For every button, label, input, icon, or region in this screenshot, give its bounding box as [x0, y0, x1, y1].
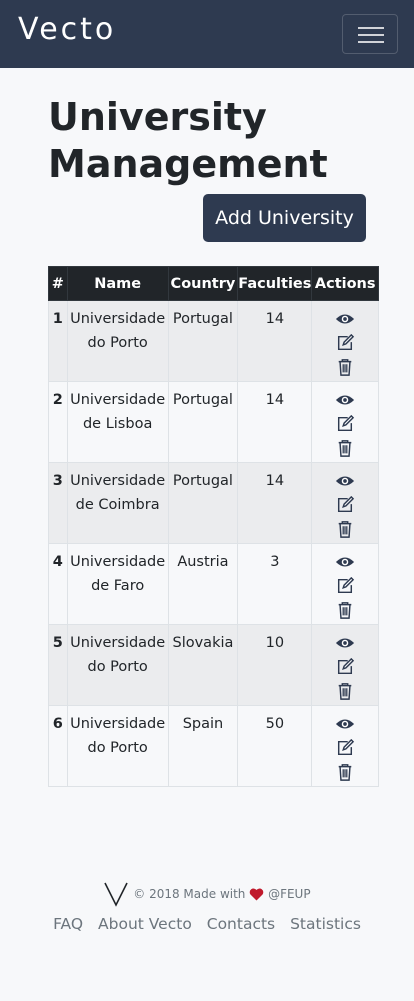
row-actions: [311, 381, 379, 463]
trash-icon[interactable]: [335, 682, 355, 700]
trash-icon[interactable]: [335, 763, 355, 781]
university-faculties: 3: [237, 543, 313, 625]
hamburger-icon: [358, 27, 384, 29]
row-number: 1: [48, 300, 68, 382]
row-actions: [311, 462, 379, 544]
edit-icon[interactable]: [335, 577, 355, 595]
university-name: Universidade de Lisboa: [66, 381, 169, 463]
table-row: 1 Universidade do Porto Portugal 14: [48, 300, 379, 382]
row-number: 2: [48, 381, 68, 463]
footer-link-faq[interactable]: FAQ: [53, 915, 83, 933]
university-name: Universidade de Faro: [66, 543, 169, 625]
table-row: 5 Universidade do Porto Slovakia 10: [48, 624, 379, 706]
university-country: Portugal: [167, 300, 239, 382]
trash-icon[interactable]: [335, 439, 355, 457]
footer-links: FAQ About Vecto Contacts Statistics: [0, 915, 414, 933]
edit-icon[interactable]: [335, 334, 355, 352]
column-header-number: #: [48, 266, 68, 301]
row-number: 5: [48, 624, 68, 706]
row-actions: [311, 300, 379, 382]
eye-icon[interactable]: [335, 310, 355, 328]
table-row: 6 Universidade do Porto Spain 50: [48, 705, 379, 787]
add-university-button[interactable]: Add University: [203, 194, 366, 242]
university-name: Universidade de Coimbra: [66, 462, 169, 544]
edit-icon[interactable]: [335, 739, 355, 757]
university-country: Portugal: [167, 381, 239, 463]
university-faculties: 14: [237, 381, 313, 463]
edit-icon[interactable]: [335, 496, 355, 514]
menu-toggle-button[interactable]: [342, 14, 398, 54]
column-header-actions: Actions: [311, 266, 379, 301]
university-faculties: 14: [237, 462, 313, 544]
footer-link-statistics[interactable]: Statistics: [290, 915, 361, 933]
navbar: Vecto: [0, 0, 414, 68]
row-number: 3: [48, 462, 68, 544]
eye-icon[interactable]: [335, 553, 355, 571]
column-header-faculties: Faculties: [237, 266, 313, 301]
hamburger-icon-bar: [358, 34, 384, 36]
row-number: 6: [48, 705, 68, 787]
copyright-suffix: @FEUP: [268, 887, 311, 901]
table-header-row: # Name Country Faculties Actions: [48, 266, 379, 301]
row-actions: [311, 624, 379, 706]
footer-link-about[interactable]: About Vecto: [98, 915, 192, 933]
university-country: Spain: [167, 705, 239, 787]
university-faculties: 14: [237, 300, 313, 382]
university-faculties: 10: [237, 624, 313, 706]
eye-icon[interactable]: [335, 715, 355, 733]
row-actions: [311, 543, 379, 625]
eye-icon[interactable]: [335, 391, 355, 409]
column-header-name: Name: [66, 266, 169, 301]
university-country: Austria: [167, 543, 239, 625]
heart-icon: [249, 888, 264, 901]
row-actions: [311, 705, 379, 787]
trash-icon[interactable]: [335, 601, 355, 619]
vecto-logo-icon: [104, 882, 129, 907]
university-table: # Name Country Faculties Actions 1 Univer…: [48, 266, 379, 787]
university-name: Universidade do Porto: [66, 705, 169, 787]
university-name: Universidade do Porto: [66, 624, 169, 706]
table-row: 2 Universidade de Lisboa Portugal 14: [48, 381, 379, 463]
university-name: Universidade do Porto: [66, 300, 169, 382]
trash-icon[interactable]: [335, 520, 355, 538]
footer-copyright: © 2018 Made with @FEUP: [0, 881, 414, 907]
column-header-country: Country: [167, 266, 239, 301]
hamburger-icon-bar: [358, 41, 384, 43]
eye-icon[interactable]: [335, 634, 355, 652]
eye-icon[interactable]: [335, 472, 355, 490]
page-title: University Management: [48, 95, 328, 186]
table-row: 4 Universidade de Faro Austria 3: [48, 543, 379, 625]
university-country: Slovakia: [167, 624, 239, 706]
university-country: Portugal: [167, 462, 239, 544]
edit-icon[interactable]: [335, 415, 355, 433]
university-faculties: 50: [237, 705, 313, 787]
brand-logo[interactable]: Vecto: [18, 12, 116, 47]
table-row: 3 Universidade de Coimbra Portugal 14: [48, 462, 379, 544]
row-number: 4: [48, 543, 68, 625]
copyright-prefix: © 2018 Made with: [133, 887, 246, 901]
trash-icon[interactable]: [335, 358, 355, 376]
edit-icon[interactable]: [335, 658, 355, 676]
footer-link-contacts[interactable]: Contacts: [207, 915, 275, 933]
